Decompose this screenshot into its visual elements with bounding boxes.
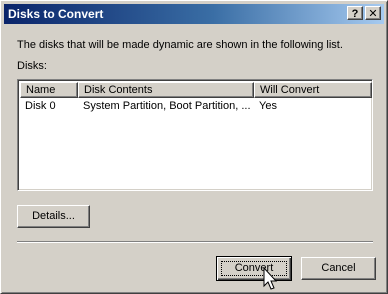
cancel-button[interactable]: Cancel xyxy=(301,257,376,280)
cell-disk-contents: System Partition, Boot Partition, ... xyxy=(83,100,251,112)
arrow-cursor-icon xyxy=(263,267,278,290)
help-button[interactable]: ? xyxy=(347,6,363,20)
separator xyxy=(17,241,373,243)
column-header-disk-contents[interactable]: Disk Contents xyxy=(78,82,254,98)
cell-name: Disk 0 xyxy=(25,100,56,112)
list-row-disk-0[interactable]: Disk 0 System Partition, Boot Partition,… xyxy=(20,99,370,113)
close-button[interactable]: ✕ xyxy=(365,6,381,20)
column-header-will-convert[interactable]: Will Convert xyxy=(254,82,372,98)
cell-will-convert: Yes xyxy=(259,100,277,112)
details-button[interactable]: Details... xyxy=(17,205,90,228)
column-header-name[interactable]: Name xyxy=(20,82,78,98)
disks-list[interactable]: Name Disk Contents Will Convert Disk 0 S… xyxy=(17,79,373,191)
title-bar[interactable]: Disks to Convert ? ✕ xyxy=(4,4,384,24)
disks-label: Disks: xyxy=(17,60,47,72)
convert-button[interactable]: Convert xyxy=(216,256,292,281)
window-title: Disks to Convert xyxy=(8,7,104,21)
description-text: The disks that will be made dynamic are … xyxy=(17,39,343,51)
list-header: Name Disk Contents Will Convert xyxy=(20,82,372,98)
disks-to-convert-dialog: Disks to Convert ? ✕ The disks that will… xyxy=(0,0,388,294)
